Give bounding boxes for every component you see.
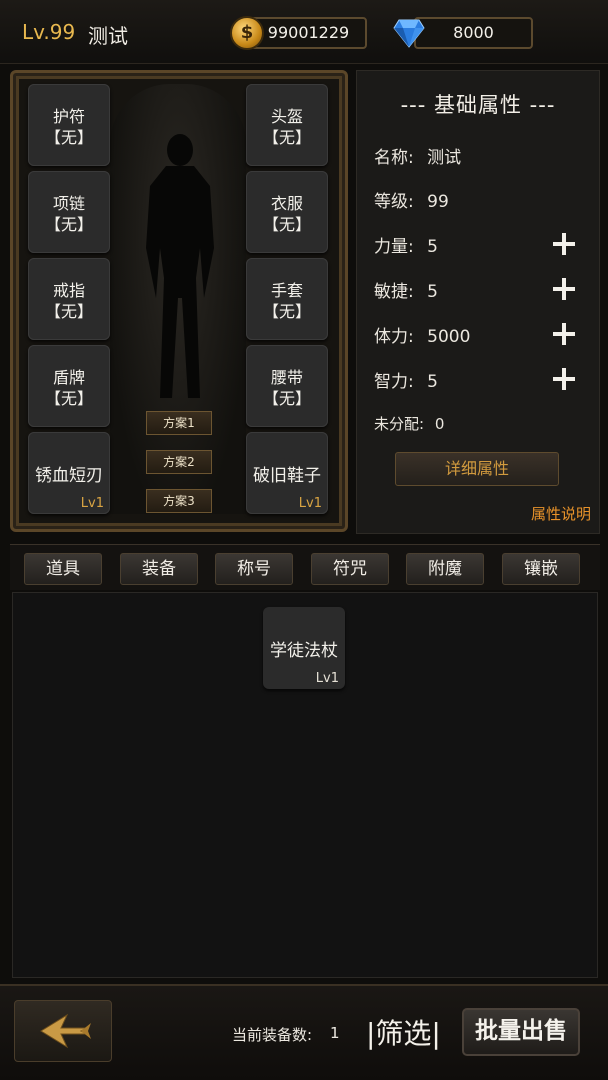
- weapon-level: Lv1: [80, 496, 104, 511]
- tab-enchant[interactable]: 附魔: [406, 553, 484, 585]
- bulk-sell-button[interactable]: 批量出售: [462, 1008, 580, 1056]
- strength-plus-icon[interactable]: [551, 231, 577, 257]
- item-name: 学徒法杖: [270, 641, 338, 661]
- attr-value: 5: [427, 237, 438, 257]
- shoes-level: Lv1: [298, 496, 322, 511]
- attr-name-row: 名称: 测试: [374, 143, 461, 168]
- attr-value: 5: [427, 282, 438, 302]
- slot-state: 【无】: [44, 215, 93, 234]
- stamina-plus-icon[interactable]: [551, 321, 577, 347]
- attr-level-row: 等级: 99: [374, 187, 449, 212]
- attributes-help-link[interactable]: 属性说明: [531, 503, 591, 524]
- plan-2-button[interactable]: 方案2: [146, 450, 212, 474]
- slot-state: 【无】: [262, 389, 311, 408]
- attr-label: 未分配:: [374, 415, 425, 433]
- coin-icon: $: [230, 16, 264, 50]
- shoes-name: 破旧鞋子: [253, 466, 321, 486]
- agility-plus-icon[interactable]: [551, 276, 577, 302]
- attr-label: 名称:: [374, 148, 414, 168]
- slot-state: 【无】: [44, 128, 93, 147]
- gold-amount: 99001229: [267, 23, 350, 42]
- necklace-slot[interactable]: 项链 【无】: [28, 171, 110, 253]
- filter-button[interactable]: |筛选|: [366, 1012, 441, 1052]
- weapon-name: 锈血短刃: [35, 466, 103, 486]
- bottom-bar: 当前装备数: 1 |筛选| 批量出售: [0, 984, 608, 1080]
- slot-state: 【无】: [44, 389, 93, 408]
- attr-label: 智力:: [374, 372, 414, 392]
- back-arrow-icon: [40, 1013, 91, 1049]
- attr-label: 等级:: [374, 192, 414, 212]
- gem-counter: 8000: [414, 17, 533, 49]
- character-silhouette: [146, 134, 214, 398]
- slot-state: 【无】: [262, 215, 311, 234]
- category-tabs: 道具 装备 称号 符咒 附魔 镶嵌: [10, 544, 600, 590]
- armor-slot[interactable]: 衣服 【无】: [246, 171, 328, 253]
- attr-intellect-row: 智力: 5: [374, 367, 438, 392]
- attr-value: 5000: [427, 327, 471, 347]
- belt-slot[interactable]: 腰带 【无】: [246, 345, 328, 427]
- attributes-title: --- 基础属性 ---: [400, 93, 556, 117]
- back-button[interactable]: [14, 1000, 112, 1062]
- slot-state: 【无】: [44, 302, 93, 321]
- attr-label: 力量:: [374, 237, 414, 257]
- equipment-count-label: 当前装备数:: [232, 1026, 313, 1044]
- detail-attributes-button[interactable]: 详细属性: [395, 452, 559, 486]
- helmet-slot[interactable]: 头盔 【无】: [246, 84, 328, 166]
- attr-unassigned-row: 未分配: 0: [374, 413, 444, 434]
- tab-titles[interactable]: 称号: [215, 553, 293, 585]
- gloves-slot[interactable]: 手套 【无】: [246, 258, 328, 340]
- tab-talismans[interactable]: 符咒: [311, 553, 389, 585]
- attr-value: 0: [434, 415, 445, 433]
- attr-value: 99: [427, 192, 449, 212]
- gold-counter: 99001229: [250, 17, 367, 49]
- plan-1-button[interactable]: 方案1: [146, 411, 212, 435]
- attr-value: 测试: [427, 148, 462, 168]
- tab-equipment[interactable]: 装备: [120, 553, 198, 585]
- inventory-grid: 学徒法杖 Lv1: [12, 592, 598, 978]
- player-name: 测试: [88, 24, 128, 48]
- tab-inlay[interactable]: 镶嵌: [502, 553, 580, 585]
- attr-label: 体力:: [374, 327, 414, 347]
- ring-slot[interactable]: 戒指 【无】: [28, 258, 110, 340]
- gem-amount: 8000: [453, 23, 494, 42]
- diamond-icon: [393, 19, 425, 48]
- amulet-slot[interactable]: 护符 【无】: [28, 84, 110, 166]
- weapon-slot[interactable]: 锈血短刃 Lv1: [28, 432, 110, 514]
- attr-label: 敏捷:: [374, 282, 414, 302]
- attr-stamina-row: 体力: 5000: [374, 322, 470, 347]
- attr-agility-row: 敏捷: 5: [374, 277, 438, 302]
- shield-slot[interactable]: 盾牌 【无】: [28, 345, 110, 427]
- player-level: Lv.99: [22, 20, 76, 44]
- tab-items[interactable]: 道具: [24, 553, 102, 585]
- item-level: Lv1: [315, 671, 339, 686]
- plan-3-button[interactable]: 方案3: [146, 489, 212, 513]
- inventory-item[interactable]: 学徒法杖 Lv1: [263, 607, 345, 689]
- intellect-plus-icon[interactable]: [551, 366, 577, 392]
- attr-value: 5: [427, 372, 438, 392]
- top-bar: Lv.99 测试 99001229 $ 8000: [0, 0, 608, 64]
- shoes-slot[interactable]: 破旧鞋子 Lv1: [246, 432, 328, 514]
- equipment-count-value: 1: [330, 1024, 340, 1042]
- attr-strength-row: 力量: 5: [374, 232, 438, 257]
- slot-state: 【无】: [262, 302, 311, 321]
- attributes-panel: --- 基础属性 --- 名称: 测试 等级: 99 力量: 5 敏捷: 5 体…: [356, 70, 600, 534]
- slot-state: 【无】: [262, 128, 311, 147]
